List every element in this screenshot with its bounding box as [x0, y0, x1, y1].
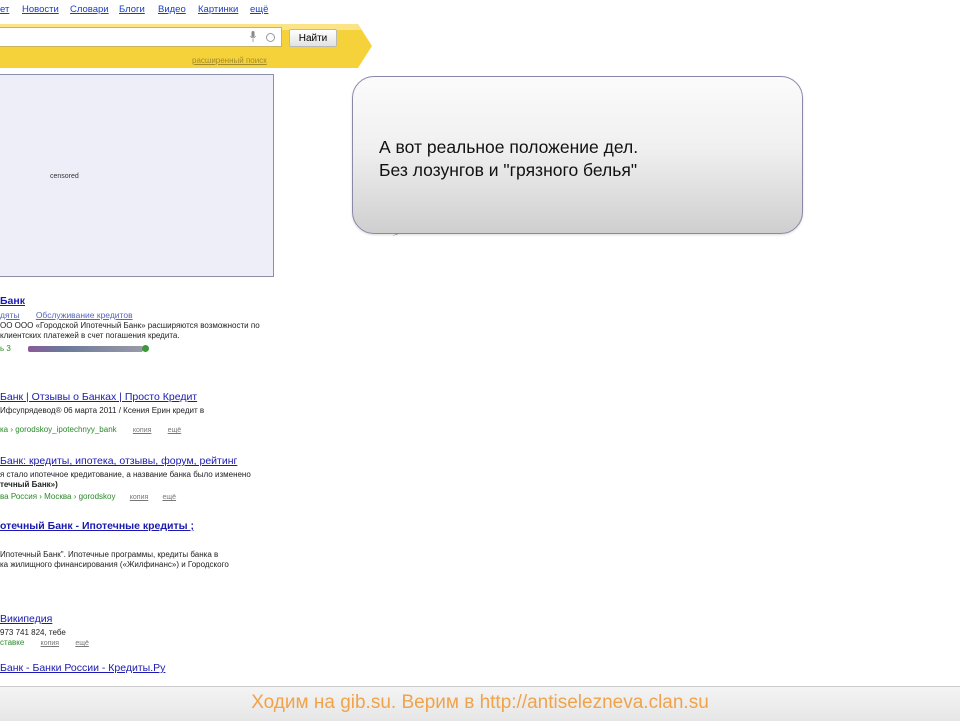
nav-item-video[interactable]: Видео — [158, 4, 186, 15]
microphone-icon[interactable] — [250, 31, 256, 42]
result-title[interactable]: отечный Банк - Ипотечные кредиты ; — [0, 520, 330, 533]
search-input[interactable] — [0, 27, 282, 47]
result-url[interactable]: ва Россия › Москва › gorodskoy — [0, 492, 116, 501]
result-url[interactable]: ь 3 — [0, 344, 11, 353]
result-title[interactable]: Википедия — [0, 613, 330, 626]
result-snippet: ОО ООО «Городской Ипотечный Банк» расшир… — [0, 321, 260, 330]
result-copy-link[interactable]: копия — [133, 427, 152, 434]
nav-item-web[interactable]: ет — [0, 4, 9, 15]
search-button[interactable]: Найти — [289, 29, 337, 47]
search-result: Банк дяты Обслуживание кредитов ОО ООО «… — [0, 295, 330, 354]
nav-item-news[interactable]: Новости — [22, 4, 59, 15]
search-result: отечный Банк - Ипотечные кредиты ; Ипоте… — [0, 520, 330, 570]
result-title[interactable]: Банк: кредиты, ипотека, отзывы, форум, р… — [0, 455, 330, 468]
result-url[interactable]: ставке — [0, 638, 24, 647]
result-snippet: ка жилищного финансирования («Жилфинанс»… — [0, 560, 229, 569]
censored-label: censored — [50, 173, 79, 180]
result-more-link[interactable]: ещё — [163, 494, 177, 501]
result-sublink[interactable]: Обслуживание кредитов — [36, 310, 133, 320]
result-title[interactable]: Банк - Банки России - Кредиты.Ру — [0, 662, 330, 675]
result-copy-link[interactable]: копия — [130, 494, 149, 501]
bubble-text: А вот реальное положение дел. Без лозунг… — [379, 136, 638, 182]
nav-item-dictionaries[interactable]: Словари — [70, 4, 109, 15]
result-title[interactable]: Банк | Отзывы о Банках | Просто Кредит — [0, 391, 330, 404]
result-url[interactable]: ка › gorodskoy_ipotechnyy_bank — [0, 425, 117, 434]
result-more-link[interactable]: ещё — [75, 640, 89, 647]
nav-item-images[interactable]: Картинки — [198, 4, 238, 15]
result-copy-link[interactable]: копия — [41, 640, 60, 647]
result-more-link[interactable]: ещё — [168, 427, 182, 434]
search-result: Банк: кредиты, ипотека, отзывы, форум, р… — [0, 455, 330, 503]
result-snippet: я стало ипотечное кредитование, а назван… — [0, 470, 251, 479]
bubble-line: Без лозунгов и "грязного белья" — [379, 160, 638, 180]
nav-item-blogs[interactable]: Блоги — [119, 4, 145, 15]
result-title[interactable]: Банк — [0, 295, 330, 308]
search-result: Банк - Банки России - Кредиты.Ру — [0, 662, 330, 675]
green-dot-icon — [142, 345, 149, 352]
result-snippet: течный Банк») — [0, 480, 58, 489]
redacted-bar — [28, 346, 143, 352]
search-result: Банк | Отзывы о Банках | Просто Кредит И… — [0, 391, 330, 436]
censored-block: censored — [0, 74, 274, 277]
result-snippet: Ипотечный Банк". Ипотечные программы, кр… — [0, 550, 219, 559]
result-snippet: клиентских платежей в счет погашения кре… — [0, 331, 180, 340]
search-result: Википедия 973 741 824, тебе ставке копия… — [0, 613, 330, 649]
advanced-search-link[interactable]: расширенный поиск — [192, 56, 267, 65]
result-snippet: 973 741 824, тебе — [0, 628, 66, 637]
nav-item-more[interactable]: ещё — [250, 4, 268, 15]
result-snippet: Ифсупрядевод® 06 марта 2011 / Ксения Ери… — [0, 406, 205, 415]
keyboard-icon[interactable] — [266, 33, 275, 42]
bubble-line: А вот реальное положение дел. — [379, 137, 639, 157]
result-sublink[interactable]: дяты — [0, 310, 20, 320]
footer-text: Ходим на gib.su. Верим в http://antisele… — [251, 692, 709, 713]
